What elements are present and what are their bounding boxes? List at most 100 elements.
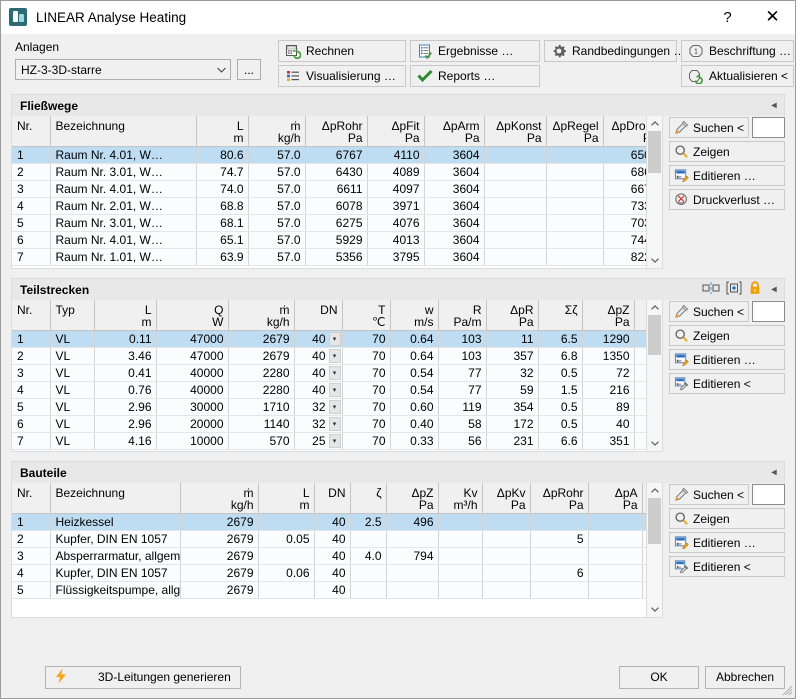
cell-pRohr[interactable]: 5	[530, 530, 589, 548]
cell-L[interactable]: 74.7	[196, 163, 249, 181]
cell-Nr[interactable]: 4	[12, 564, 51, 582]
cell-L[interactable]: 0.41	[94, 364, 157, 382]
cell-DN[interactable]: 40 ▾	[294, 330, 343, 348]
help-button[interactable]: ?	[705, 2, 750, 33]
column-header-T[interactable]: T ℃	[342, 300, 391, 331]
collapse-icon[interactable]: ◂	[768, 100, 780, 111]
cell-pRegel[interactable]	[546, 248, 604, 266]
cell-pKv[interactable]	[482, 564, 531, 582]
column-header-[interactable]: ṁ kg/h	[180, 483, 259, 514]
cell-pR[interactable]: 357	[486, 347, 539, 365]
editieren-button[interactable]: Editieren …	[669, 349, 785, 370]
cell-pFit[interactable]: 4097	[367, 180, 425, 198]
cell-pZ[interactable]: 216	[582, 381, 635, 399]
cell-[interactable]: 2679	[180, 581, 259, 599]
cell-T[interactable]: 70	[342, 330, 391, 348]
cell-Nr[interactable]: 1	[12, 330, 51, 348]
cell-pDross[interactable]: 7443	[603, 231, 646, 249]
scroll-track[interactable]	[647, 498, 662, 602]
search-input[interactable]	[752, 484, 785, 505]
cell-pRohr[interactable]: 5356	[305, 248, 368, 266]
cell-[interactable]: 57.0	[248, 163, 306, 181]
randbedingungen-button[interactable]: Randbedingungen …	[544, 40, 685, 62]
cell-L[interactable]	[258, 581, 315, 599]
cell-R[interactable]: 58	[438, 415, 487, 433]
cell-pFit[interactable]: 3795	[367, 248, 425, 266]
cell-[interactable]: 570	[228, 432, 295, 450]
cell-pFit[interactable]: 4089	[367, 163, 425, 181]
cell-L[interactable]: 80.6	[196, 146, 249, 164]
cell-pArm[interactable]: 3604	[424, 163, 485, 181]
column-header-pRohr[interactable]: ΔpRohr Pa	[305, 116, 368, 147]
cell-pRohr[interactable]: 6	[530, 564, 589, 582]
editieren-button[interactable]: Editieren …	[669, 165, 785, 186]
cell-T[interactable]: 70	[342, 432, 391, 450]
cell-Nr[interactable]: 2	[12, 163, 51, 181]
column-header-w[interactable]: w m/s	[390, 300, 439, 331]
cell-Kv[interactable]	[438, 530, 483, 548]
rechnen-button[interactable]: Rechnen	[278, 40, 406, 62]
cell-Nr[interactable]: 1	[12, 146, 51, 164]
cell-Kv[interactable]	[438, 513, 483, 531]
cell-[interactable]: 2280	[228, 364, 295, 382]
close-icon[interactable]: ✕	[750, 2, 795, 33]
zeigen-button[interactable]: Zeigen	[669, 325, 785, 346]
cell-Nr[interactable]: 5	[12, 398, 51, 416]
cell-R[interactable]: 77	[438, 381, 487, 399]
cell-w[interactable]: 0.54	[390, 364, 439, 382]
cell-pKonst[interactable]	[484, 197, 547, 215]
cell-Typ[interactable]: VL	[50, 415, 95, 433]
cell-DN[interactable]: 40	[314, 530, 351, 548]
cell-[interactable]: 57.0	[248, 214, 306, 232]
cell-Bezeichnung[interactable]: Kupfer, DIN EN 1057	[50, 530, 181, 548]
fliesswege-grid[interactable]: Nr. Bezeichnung Lm ṁ kg/h ΔpRohr Pa ΔpFit Pa Δp…	[11, 116, 663, 269]
column-header-pRegel[interactable]: ΔpRegel Pa	[546, 116, 604, 147]
cell-Bezeichnung[interactable]: Raum Nr. 2.01, W…	[50, 197, 197, 215]
cell-DN[interactable]: 40	[314, 547, 351, 565]
scroll-thumb[interactable]	[648, 498, 661, 544]
cell-pKv[interactable]	[482, 547, 531, 565]
cell-pArm[interactable]: 3604	[424, 146, 485, 164]
cell-w[interactable]: 0.40	[390, 415, 439, 433]
column-header-Nr[interactable]: Nr.	[12, 300, 51, 331]
cell-pR[interactable]: 172	[486, 415, 539, 433]
cell-[interactable]: 1710	[228, 398, 295, 416]
ok-button[interactable]: OK	[619, 665, 699, 689]
column-header-pA[interactable]: ΔpAPa	[588, 483, 643, 514]
cell-pRohr[interactable]: 6275	[305, 214, 368, 232]
cell-[interactable]: 6.8	[538, 347, 583, 365]
cancel-button[interactable]: Abbrechen	[705, 665, 785, 689]
cell-DN[interactable]: 40	[314, 564, 351, 582]
resize-grip[interactable]	[781, 684, 793, 696]
cell-pZ[interactable]: 496	[386, 513, 439, 531]
cell-pDross[interactable]: 6676	[603, 180, 646, 198]
insert-segment-icon[interactable]	[726, 281, 742, 298]
bauteile-scrollbar[interactable]	[646, 483, 662, 617]
cell-pZ[interactable]: 89	[582, 398, 635, 416]
cell-w[interactable]: 0.64	[390, 347, 439, 365]
cell-DN[interactable]: 40 ▾	[294, 381, 343, 399]
column-header-DN[interactable]: DN	[294, 300, 343, 331]
cell-Kv[interactable]	[438, 547, 483, 565]
cell-Nr[interactable]: 3	[12, 180, 51, 198]
cell-R[interactable]: 103	[438, 330, 487, 348]
cell-L[interactable]: 0.05	[258, 530, 315, 548]
dn-dropdown-icon[interactable]: ▾	[328, 433, 341, 448]
column-header-pArm[interactable]: ΔpArm Pa	[424, 116, 485, 147]
column-header-pRohr[interactable]: ΔpRohr Pa	[530, 483, 589, 514]
cell-pA[interactable]	[634, 398, 646, 416]
cell-pZ[interactable]: 794	[386, 547, 439, 565]
cell-Typ[interactable]: VL	[50, 432, 95, 450]
suchen-button[interactable]: Suchen <	[669, 117, 749, 138]
search-input[interactable]	[752, 117, 785, 138]
visualisierung-button[interactable]: Visualisierung …	[278, 65, 406, 87]
cell-[interactable]: 0.5	[538, 398, 583, 416]
column-header-pR[interactable]: ΔpR Pa	[486, 300, 539, 331]
anlagen-select[interactable]: HZ-3-3D-starre	[15, 59, 231, 80]
fliesswege-scrollbar[interactable]	[646, 116, 662, 268]
cell-pZ[interactable]	[386, 530, 439, 548]
cell-w[interactable]: 0.54	[390, 381, 439, 399]
cell-L[interactable]: 3.46	[94, 347, 157, 365]
cell-pDross[interactable]: 7034	[603, 214, 646, 232]
cell-Nr[interactable]: 2	[12, 530, 51, 548]
